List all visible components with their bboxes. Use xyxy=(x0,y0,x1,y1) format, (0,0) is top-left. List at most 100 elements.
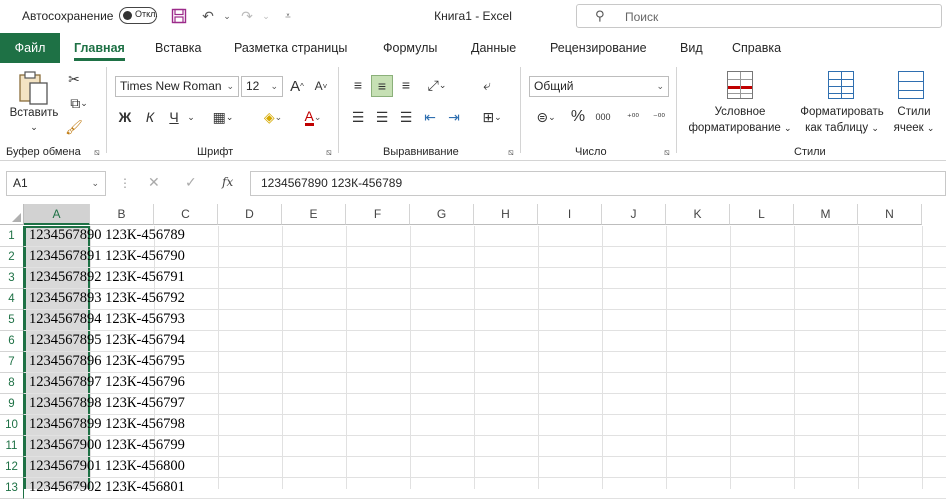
cancel-icon[interactable]: ✕ xyxy=(148,174,160,191)
paste-dropdown-icon[interactable]: ⌄ xyxy=(6,119,62,135)
cell-styles-label-1[interactable]: Стили xyxy=(886,104,942,120)
row-header-4[interactable]: 4 xyxy=(0,289,24,310)
column-header-f[interactable]: F xyxy=(346,204,410,225)
cell-a10[interactable]: 1234567899 123К-456798 xyxy=(29,414,185,435)
number-format-select[interactable]: Общий ⌄ xyxy=(529,76,669,97)
cell-a5[interactable]: 1234567894 123К-456793 xyxy=(29,309,185,330)
row-header-12[interactable]: 12 xyxy=(0,457,24,478)
wrap-text-icon[interactable]: ⤶ xyxy=(476,75,498,95)
column-header-c[interactable]: C xyxy=(154,204,218,225)
cell-a2[interactable]: 1234567891 123К-456790 xyxy=(29,246,185,267)
font-size-select[interactable]: 12 ⌄ xyxy=(241,76,283,97)
row-header-10[interactable]: 10 xyxy=(0,415,24,436)
row-header-9[interactable]: 9 xyxy=(0,394,24,415)
cell-a4[interactable]: 1234567893 123К-456792 xyxy=(29,288,185,309)
name-box[interactable]: A1 ⌄ xyxy=(6,171,106,196)
conditional-formatting-label-2[interactable]: форматирование ⌄ xyxy=(684,120,796,136)
percent-icon[interactable]: % xyxy=(569,107,587,127)
copy-icon[interactable]: ⧉ ⌄ xyxy=(62,93,96,113)
align-left-icon[interactable]: ☰ xyxy=(348,107,368,127)
tab-insert[interactable]: Вставка xyxy=(155,33,201,63)
cell-styles-label-2[interactable]: ячеек ⌄ xyxy=(886,120,942,136)
column-header-l[interactable]: L xyxy=(730,204,794,225)
row-header-11[interactable]: 11 xyxy=(0,436,24,457)
select-all-button[interactable] xyxy=(0,204,24,225)
font-color-icon[interactable]: A ⌄ xyxy=(296,107,330,127)
comma-style-icon[interactable]: 000 xyxy=(592,107,614,127)
fill-color-icon[interactable]: ◈ ⌄ xyxy=(256,107,290,127)
format-as-table-label-2[interactable]: как таблицу ⌄ xyxy=(794,120,890,136)
undo-icon[interactable]: ↶ xyxy=(198,6,218,26)
underline-button[interactable]: Ч xyxy=(166,107,182,127)
cut-icon[interactable]: ✂ xyxy=(64,69,84,89)
cell-a7[interactable]: 1234567896 123К-456795 xyxy=(29,351,185,372)
format-as-table-label-1[interactable]: Форматировать xyxy=(794,104,890,120)
format-painter-icon[interactable]: 🖌 xyxy=(64,117,84,137)
column-header-i[interactable]: I xyxy=(538,204,602,225)
customize-qat-icon[interactable]: ⩡ xyxy=(278,6,298,26)
column-header-g[interactable]: G xyxy=(410,204,474,225)
cell-a12[interactable]: 1234567901 123К-456800 xyxy=(29,456,185,477)
column-header-n[interactable]: N xyxy=(858,204,922,225)
formula-bar-grip-icon[interactable]: ⋮ xyxy=(119,176,131,190)
decrease-decimal-icon[interactable]: ⁻⁰⁰ xyxy=(648,107,670,127)
column-header-e[interactable]: E xyxy=(282,204,346,225)
column-header-h[interactable]: H xyxy=(474,204,538,225)
tab-view[interactable]: Вид xyxy=(680,33,703,63)
enter-icon[interactable]: ✓ xyxy=(185,174,197,191)
row-header-7[interactable]: 7 xyxy=(0,352,24,373)
redo-icon[interactable]: ↷ xyxy=(237,6,257,26)
redo-dropdown-icon[interactable]: ⌄ xyxy=(256,6,276,26)
italic-button[interactable]: К xyxy=(142,107,158,127)
row-header-6[interactable]: 6 xyxy=(0,331,24,352)
accounting-format-icon[interactable]: ⊜ ⌄ xyxy=(529,107,563,127)
autosave-toggle[interactable]: Откл. xyxy=(119,7,158,24)
borders-icon[interactable]: ▦ ⌄ xyxy=(206,107,240,127)
undo-dropdown-icon[interactable]: ⌄ xyxy=(217,6,237,26)
merge-center-icon[interactable]: ⊞ ⌄ xyxy=(474,107,510,127)
cell-a8[interactable]: 1234567897 123К-456796 xyxy=(29,372,185,393)
align-center-icon[interactable]: ☰ xyxy=(372,107,392,127)
underline-dropdown-icon[interactable]: ⌄ xyxy=(185,107,197,127)
column-header-b[interactable]: B xyxy=(90,204,154,225)
cell-a11[interactable]: 1234567900 123К-456799 xyxy=(29,435,185,456)
increase-decimal-icon[interactable]: ⁺⁰⁰ xyxy=(622,107,644,127)
cell-a1[interactable]: 1234567890 123К-456789 xyxy=(29,225,185,246)
number-launcher-icon[interactable]: ⧅ xyxy=(664,147,670,158)
decrease-indent-icon[interactable]: ⇤ xyxy=(420,107,440,127)
tab-page-layout[interactable]: Разметка страницы xyxy=(234,33,347,63)
format-as-table-icon[interactable] xyxy=(828,71,854,99)
tab-data[interactable]: Данные xyxy=(471,33,516,63)
column-header-k[interactable]: K xyxy=(666,204,730,225)
tab-help[interactable]: Справка xyxy=(732,33,781,63)
decrease-font-icon[interactable]: A ˅ xyxy=(312,75,330,97)
align-top-icon[interactable]: ≡ xyxy=(348,75,368,95)
cell-a9[interactable]: 1234567898 123К-456797 xyxy=(29,393,185,414)
column-header-d[interactable]: D xyxy=(218,204,282,225)
cell-styles-icon[interactable] xyxy=(898,71,924,99)
conditional-formatting-label-1[interactable]: Условное xyxy=(684,104,796,120)
column-header-m[interactable]: M xyxy=(794,204,858,225)
cell-a6[interactable]: 1234567895 123К-456794 xyxy=(29,330,185,351)
alignment-launcher-icon[interactable]: ⧅ xyxy=(508,147,514,158)
formula-input[interactable]: 1234567890 123К-456789 xyxy=(250,171,946,196)
conditional-formatting-icon[interactable] xyxy=(727,71,753,99)
row-header-1[interactable]: 1 xyxy=(0,226,24,247)
worksheet-grid[interactable]: ABCDEFGHIJKLMN 1 2 3 4 5 6 7 8 9 10 11 12 13 1234567… xyxy=(0,204,946,499)
row-header-8[interactable]: 8 xyxy=(0,373,24,394)
font-launcher-icon[interactable]: ⧅ xyxy=(326,147,332,158)
insert-function-icon[interactable]: fx xyxy=(222,175,233,189)
tab-home[interactable]: Главная xyxy=(74,33,125,63)
row-header-2[interactable]: 2 xyxy=(0,247,24,268)
clipboard-launcher-icon[interactable]: ⧅ xyxy=(94,147,100,158)
tab-formulas[interactable]: Формулы xyxy=(383,33,437,63)
cell-a3[interactable]: 1234567892 123К-456791 xyxy=(29,267,185,288)
font-name-select[interactable]: Times New Roman ⌄ xyxy=(115,76,239,97)
save-icon[interactable] xyxy=(169,6,189,26)
tab-file[interactable]: Файл xyxy=(0,33,60,63)
cell-a13[interactable]: 1234567902 123К-456801 xyxy=(29,477,185,498)
row-header-3[interactable]: 3 xyxy=(0,268,24,289)
column-header-a[interactable]: A xyxy=(24,204,90,225)
increase-font-icon[interactable]: A ^ xyxy=(288,75,306,97)
column-header-j[interactable]: J xyxy=(602,204,666,225)
